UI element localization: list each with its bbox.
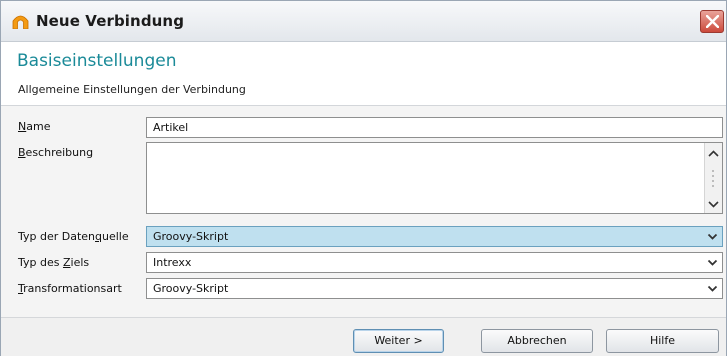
source-type-label: Typ der Datenquelle (18, 230, 129, 243)
transform-type-value: Groovy-Skript (153, 282, 229, 295)
chevron-down-icon[interactable] (704, 254, 721, 271)
window-title: Neue Verbindung (36, 12, 185, 30)
scroll-up-icon[interactable] (705, 147, 722, 161)
dialog-window: Neue Verbindung Basiseinstellungen Allge… (0, 0, 727, 356)
name-input[interactable]: Artikel (146, 117, 723, 138)
chevron-down-icon[interactable] (704, 280, 721, 297)
title-bar[interactable]: Neue Verbindung (1, 1, 726, 42)
transform-type-select[interactable]: Groovy-Skript (146, 278, 723, 299)
source-type-value: Groovy-Skript (153, 230, 229, 243)
next-button[interactable]: Weiter > (353, 329, 444, 353)
name-label: Name (18, 120, 51, 133)
form-panel: Name Artikel Beschreibung Typ der Datenq… (1, 107, 726, 317)
connection-arch-icon (12, 15, 29, 29)
target-type-select[interactable]: Intrexx (146, 252, 723, 273)
cancel-button[interactable]: Abbrechen (481, 329, 593, 353)
source-type-select[interactable]: Groovy-Skript (146, 226, 723, 247)
scroll-down-icon[interactable] (705, 197, 722, 211)
target-type-label: Typ des Ziels (18, 256, 90, 269)
close-button[interactable] (700, 10, 724, 33)
header-panel: Basiseinstellungen Allgemeine Einstellun… (1, 42, 726, 106)
section-title: Basiseinstellungen (17, 51, 177, 71)
target-type-value: Intrexx (153, 256, 192, 269)
close-x-icon (706, 15, 719, 28)
description-textarea[interactable] (146, 142, 723, 214)
section-subtitle: Allgemeine Einstellungen der Verbindung (18, 83, 246, 96)
scroll-grip-icon (712, 170, 714, 187)
transform-type-label: Transformationsart (18, 282, 122, 295)
description-scrollbar[interactable] (704, 143, 722, 213)
chevron-down-icon[interactable] (704, 228, 721, 245)
button-bar: Weiter > Abbrechen Hilfe (1, 317, 726, 356)
description-label: Beschreibung (18, 146, 94, 159)
help-button[interactable]: Hilfe (606, 329, 719, 353)
